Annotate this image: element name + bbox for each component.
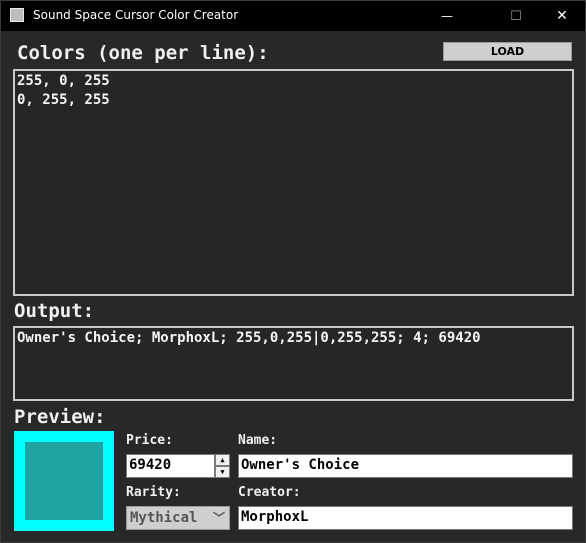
colors-label: Colors (one per line): <box>17 42 269 64</box>
maximize-icon: ☐ <box>510 8 522 24</box>
close-icon: ✕ <box>556 8 568 24</box>
app-window: Sound Space Cursor Color Creator — ☐ ✕ C… <box>0 0 586 543</box>
price-input[interactable]: 69420 <box>126 454 215 478</box>
price-stepper[interactable]: ▲ ▼ <box>215 454 230 478</box>
load-button[interactable]: LOAD <box>443 42 572 61</box>
colors-textarea[interactable]: 255, 0, 255 0, 255, 255 <box>13 69 574 296</box>
cursor-preview-fill <box>25 442 103 520</box>
preview-label: Preview: <box>14 406 106 428</box>
minimize-button[interactable]: — <box>424 1 470 31</box>
creator-input[interactable]: MorphoxL <box>238 506 573 530</box>
maximize-button[interactable]: ☐ <box>493 1 539 31</box>
chevron-down-icon: ﹀ <box>212 511 225 525</box>
name-label: Name: <box>238 433 278 448</box>
output-label: Output: <box>14 300 95 322</box>
price-label: Price: <box>126 433 173 448</box>
minimize-icon: — <box>441 9 453 23</box>
stepper-down-icon[interactable]: ▼ <box>215 466 230 478</box>
output-textarea[interactable]: Owner's Choice; MorphoxL; 255,0,255|0,25… <box>13 326 574 401</box>
close-button[interactable]: ✕ <box>539 1 585 31</box>
stepper-up-icon[interactable]: ▲ <box>215 454 230 466</box>
rarity-select[interactable]: Mythical ﹀ <box>126 506 230 530</box>
cursor-preview <box>14 431 114 531</box>
name-input[interactable]: Owner's Choice <box>238 454 573 478</box>
window-title: Sound Space Cursor Color Creator <box>33 8 239 22</box>
app-icon <box>10 8 24 22</box>
title-bar[interactable]: Sound Space Cursor Color Creator — ☐ ✕ <box>1 1 585 31</box>
creator-label: Creator: <box>238 485 301 500</box>
rarity-label: Rarity: <box>126 485 181 500</box>
rarity-value: Mythical <box>130 510 198 526</box>
